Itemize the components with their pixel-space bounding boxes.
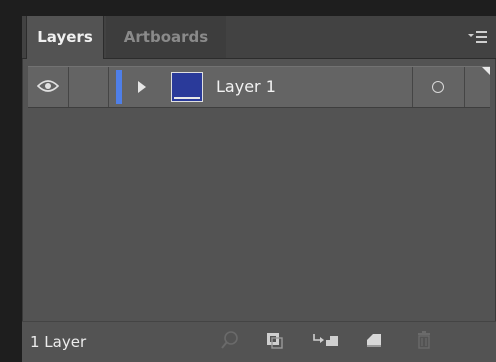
panel-menu-icon[interactable] — [466, 28, 488, 46]
locate-object-icon — [220, 330, 240, 354]
tab-artboards[interactable]: Artboards — [106, 16, 226, 58]
delete-layer-button[interactable] — [412, 330, 436, 354]
create-new-layer-icon — [364, 330, 384, 354]
layers-panel: Layers Artboards Layer 1 1 Layer — [22, 16, 496, 362]
create-new-layer-button[interactable] — [362, 330, 386, 354]
create-sublayer-button[interactable] — [310, 330, 342, 354]
target-button[interactable] — [413, 67, 463, 107]
layer-color-indicator — [116, 70, 122, 104]
tab-bar: Layers Artboards — [22, 16, 496, 59]
target-circle-icon — [432, 81, 444, 93]
delete-icon — [414, 330, 434, 354]
column-divider — [108, 67, 109, 107]
panel-footer: 1 Layer — [22, 321, 496, 362]
locate-object-button[interactable] — [218, 330, 242, 354]
make-clipping-mask-icon — [264, 330, 284, 354]
layer-row[interactable]: Layer 1 — [28, 66, 490, 108]
create-sublayer-icon — [311, 330, 341, 354]
visibility-toggle[interactable] — [28, 67, 68, 107]
selection-corner-marker — [482, 67, 490, 75]
tab-layers[interactable]: Layers — [26, 16, 104, 59]
lock-toggle[interactable] — [69, 67, 107, 107]
make-clipping-mask-button[interactable] — [262, 330, 286, 354]
layer-name[interactable]: Layer 1 — [216, 67, 276, 107]
layer-thumbnail — [171, 72, 203, 102]
layer-count: 1 Layer — [30, 333, 87, 351]
eye-icon — [36, 78, 60, 97]
column-divider — [464, 67, 465, 107]
expand-triangle-icon[interactable] — [134, 79, 150, 95]
